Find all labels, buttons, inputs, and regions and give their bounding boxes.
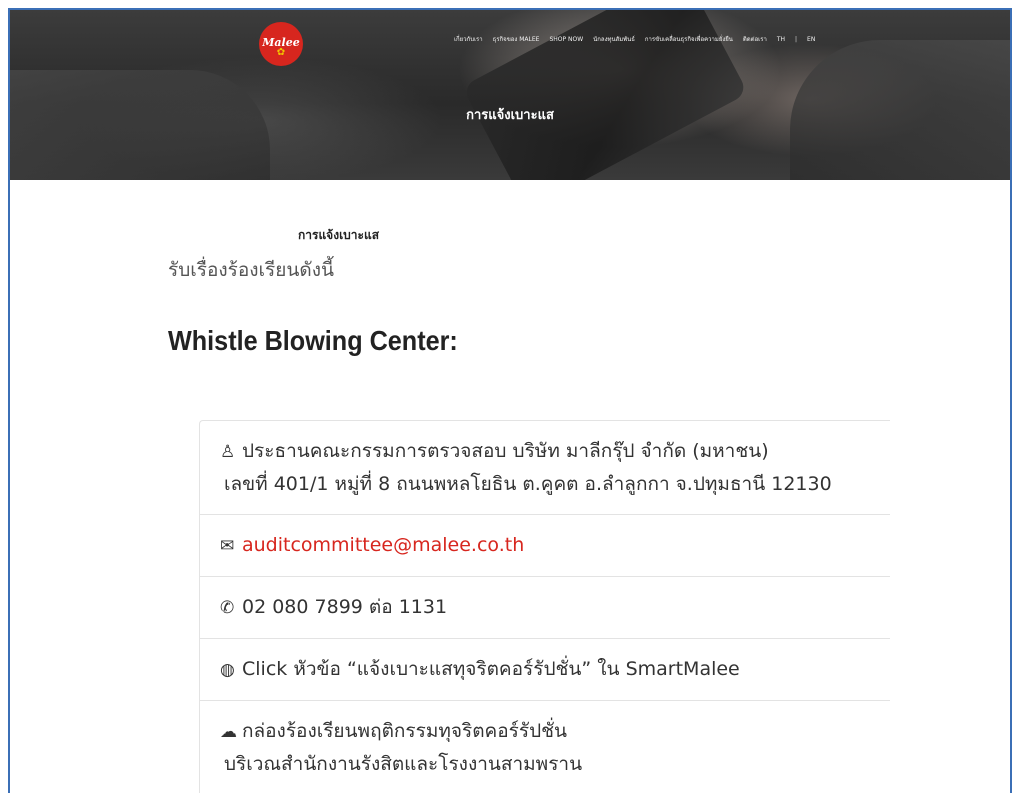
hero-image-left — [10, 70, 270, 180]
envelope-icon: ✉ — [220, 536, 235, 556]
list-item-phone: ✆ 02 080 7899 ต่อ 1131 — [200, 577, 890, 639]
logo-text: Malee — [262, 35, 300, 49]
phone-icon: ✆ — [220, 598, 235, 618]
phone-number: 02 080 7899 ต่อ 1131 — [242, 596, 448, 618]
complaint-box-title: กล่องร้องเรียนพฤติกรรมทุจริตคอร์รัปชั่น — [242, 720, 568, 742]
lang-en[interactable]: EN — [807, 36, 815, 43]
globe-icon: ◍ — [220, 660, 235, 680]
email-link[interactable]: auditcommittee@malee.co.th — [242, 534, 524, 556]
complaint-box-location: บริเวณสำนักงานรังสิตและโรงงานสามพราน — [224, 753, 583, 775]
user-icon: ♙ — [220, 442, 236, 462]
intro-text: รับเรื่องร้องเรียนดังนี้ — [168, 259, 334, 281]
page-heading: Whistle Blowing Center: — [168, 325, 458, 356]
browser-frame: Malee ✿ เกี่ยวกับเรา ธุรกิจของ MALEE SHO… — [8, 8, 1012, 793]
list-item-email: ✉ auditcommittee@malee.co.th — [200, 515, 890, 577]
lang-separator: | — [795, 35, 798, 43]
list-item-complaint-box: ☁ กล่องร้องเรียนพฤติกรรมทุจริตคอร์รัปชั่น… — [200, 701, 890, 793]
hero-banner: Malee ✿ เกี่ยวกับเรา ธุรกิจของ MALEE SHO… — [10, 10, 1010, 211]
main-content: การแจ้งเบาะแส รับเรื่องร้องเรียนดังนี้ W… — [10, 180, 1010, 793]
nav-item-sustainability[interactable]: การขับเคลื่อนธุรกิจเพื่อความยั่งยืน — [645, 34, 733, 44]
nav-item-about[interactable]: เกี่ยวกับเรา — [454, 34, 483, 44]
chairman-title: ประธานคณะกรรมการตรวจสอบ บริษัท มาลีกรุ๊ป… — [242, 440, 769, 462]
smartmalee-text: Click หัวข้อ “แจ้งเบาะแสทุจริตคอร์รัปชั่… — [242, 658, 740, 680]
comments-icon: ☁ — [220, 722, 237, 742]
main-nav: เกี่ยวกับเรา ธุรกิจของ MALEE SHOP NOW นั… — [454, 34, 815, 44]
nav-item-contact[interactable]: ติดต่อเรา — [743, 34, 767, 44]
address-line: เลขที่ 401/1 หมู่ที่ 8 ถนนพหลโยธิน ต.คูค… — [224, 473, 832, 495]
leaf-icon: ✿ — [276, 46, 286, 58]
contact-list: ♙ ประธานคณะกรรมการตรวจสอบ บริษัท มาลีกรุ๊… — [199, 420, 890, 793]
nav-item-investor[interactable]: นักลงทุนสัมพันธ์ — [593, 34, 635, 44]
malee-logo[interactable]: Malee ✿ — [259, 22, 303, 66]
nav-item-business[interactable]: ธุรกิจของ MALEE — [493, 34, 540, 44]
list-item-smartmalee: ◍ Click หัวข้อ “แจ้งเบาะแสทุจริตคอร์รัปชั… — [200, 639, 890, 701]
hero-title: การแจ้งเบาะแส — [466, 108, 554, 123]
list-item-address: ♙ ประธานคณะกรรมการตรวจสอบ บริษัท มาลีกรุ๊… — [200, 421, 890, 515]
nav-item-shop[interactable]: SHOP NOW — [549, 36, 583, 43]
lang-th[interactable]: TH — [777, 36, 785, 43]
section-subtitle: การแจ้งเบาะแส — [298, 228, 380, 242]
